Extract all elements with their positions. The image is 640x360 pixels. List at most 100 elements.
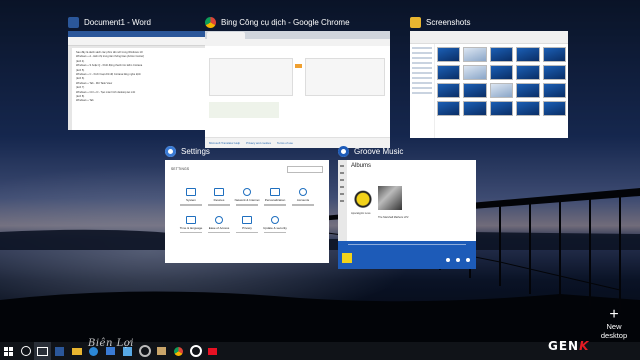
clock-icon <box>215 215 223 224</box>
window-header-chrome: Bing Công cụ dịch - Google Chrome <box>205 14 350 30</box>
file-thumbnail <box>463 101 487 116</box>
window-thumbnail-explorer[interactable] <box>410 31 568 138</box>
file-thumbnail <box>489 83 514 98</box>
album-cover <box>378 186 402 210</box>
devices-icon <box>214 188 224 196</box>
file-thumbnail <box>463 83 487 98</box>
now-playing-bar <box>338 241 476 269</box>
file-thumbnail <box>489 65 514 80</box>
translator-source-box <box>209 58 293 96</box>
album-cover <box>351 186 375 210</box>
window-thumbnail-chrome[interactable]: Microsoft Translator Help Privacy and co… <box>205 31 390 148</box>
file-thumbnail <box>437 65 461 80</box>
groove-icon <box>189 345 202 357</box>
settings-item-update: Update & security <box>261 215 289 233</box>
file-thumbnail <box>463 47 487 62</box>
file-thumbnail <box>516 47 540 62</box>
groove-albums-heading: Albums <box>351 163 372 169</box>
word-ribbon <box>68 37 226 46</box>
chrome-page: Microsoft Translator Help Privacy and co… <box>205 46 390 148</box>
windows-logo-icon <box>4 346 13 356</box>
folder-icon <box>71 347 82 355</box>
task-view-window-explorer[interactable]: Screenshots <box>410 14 568 138</box>
file-thumbnail <box>542 47 566 62</box>
cortana-icon <box>20 346 31 356</box>
window-header-word: Document1 - Word <box>68 14 151 30</box>
media-icon <box>208 347 217 355</box>
file-thumbnail <box>542 65 566 80</box>
task-view-window-settings[interactable]: Settings SETTINGS System Devices Network… <box>165 143 329 263</box>
settings-header: SETTINGS <box>171 167 190 171</box>
task-view-button[interactable] <box>34 342 51 360</box>
window-thumbnail-word[interactable]: Sau đây là danh sách các phím tắt mới tr… <box>68 31 226 130</box>
explorer-nav-pane <box>410 44 435 138</box>
window-header-groove: Groove Music <box>338 143 403 159</box>
settings-search-box <box>287 166 323 173</box>
gear-icon <box>138 345 151 357</box>
folder-icon <box>410 16 421 28</box>
file-thumbnail <box>489 101 514 116</box>
task-view-icon <box>37 346 48 356</box>
album-title: Apocalyptic Love <box>351 212 371 215</box>
file-thumbnail <box>542 83 566 98</box>
gear-icon <box>165 145 176 157</box>
taskbar-chrome[interactable] <box>170 342 187 360</box>
window-thumbnail-settings[interactable]: SETTINGS System Devices Network & Intern… <box>165 160 329 263</box>
settings-item-personalization: Personalization <box>261 188 289 206</box>
file-thumbnail <box>437 101 461 116</box>
person-icon <box>299 188 307 196</box>
doc-line: Windows + Tab <box>76 99 94 103</box>
start-button[interactable] <box>0 342 17 360</box>
task-view-window-word[interactable]: Document1 - Word Sau đây là danh sách cá… <box>68 14 226 130</box>
file-thumbnail <box>516 101 540 116</box>
globe-icon <box>243 188 251 196</box>
taskbar-explorer[interactable] <box>68 342 85 360</box>
window-title-settings: Settings <box>181 146 210 156</box>
new-desktop-button[interactable]: + New desktop <box>594 306 634 341</box>
chrome-icon <box>205 16 216 28</box>
task-view-window-chrome[interactable]: Bing Công cụ dịch - Google Chrome Micros… <box>205 14 390 148</box>
file-thumbnail <box>489 47 514 62</box>
album-title: The Marshall Mathers LP2 <box>378 216 409 219</box>
new-desktop-label: New desktop <box>600 322 628 340</box>
task-view-window-groove[interactable]: Groove Music Albums Apocalyptic Love The… <box>338 143 476 271</box>
settings-item-devices: Devices <box>205 188 233 206</box>
language-icon <box>186 215 196 224</box>
lock-icon <box>242 215 252 224</box>
window-header-explorer: Screenshots <box>410 14 470 30</box>
file-thumbnail <box>437 83 461 98</box>
signature-watermark: Biên Lợi <box>88 338 134 349</box>
window-header-settings: Settings <box>165 143 210 159</box>
chrome-icon <box>174 346 183 356</box>
taskbar-groove[interactable] <box>187 342 204 360</box>
window-thumbnail-groove[interactable]: Albums Apocalyptic Love The Marshall Mat… <box>338 160 476 269</box>
file-thumbnail <box>516 83 540 98</box>
settings-item-network: Network & Internet <box>233 188 261 206</box>
genk-watermark: GENK <box>548 339 590 353</box>
settings-item-time-language: Time & language <box>177 215 205 233</box>
word-icon <box>55 346 64 356</box>
chrome-tab-strip <box>205 31 390 39</box>
taskbar-media[interactable] <box>204 342 221 360</box>
taskbar-photos[interactable] <box>153 342 170 360</box>
explorer-file-grid <box>437 47 566 116</box>
settings-item-system: System <box>177 188 205 206</box>
explorer-ribbon <box>410 31 568 44</box>
settings-item-accounts: Accounts <box>289 188 317 206</box>
paint-icon <box>270 188 280 196</box>
word-document-page: Sau đây là danh sách các phím tắt mới tr… <box>72 48 222 130</box>
refresh-icon <box>271 215 279 224</box>
window-title-word: Document1 - Word <box>84 17 151 27</box>
file-thumbnail <box>437 47 461 62</box>
taskbar-settings[interactable] <box>136 342 153 360</box>
settings-category-grid: System Devices Network & Internet Person… <box>177 188 317 233</box>
photos-icon <box>157 347 166 355</box>
groove-icon <box>338 145 349 157</box>
plus-icon: + <box>609 306 619 323</box>
taskbar-word[interactable] <box>51 342 68 360</box>
cortana-button[interactable] <box>17 342 34 360</box>
file-thumbnail <box>463 65 487 80</box>
translator-target-box <box>305 58 385 96</box>
file-thumbnail <box>542 101 566 116</box>
app-promo <box>209 102 279 118</box>
